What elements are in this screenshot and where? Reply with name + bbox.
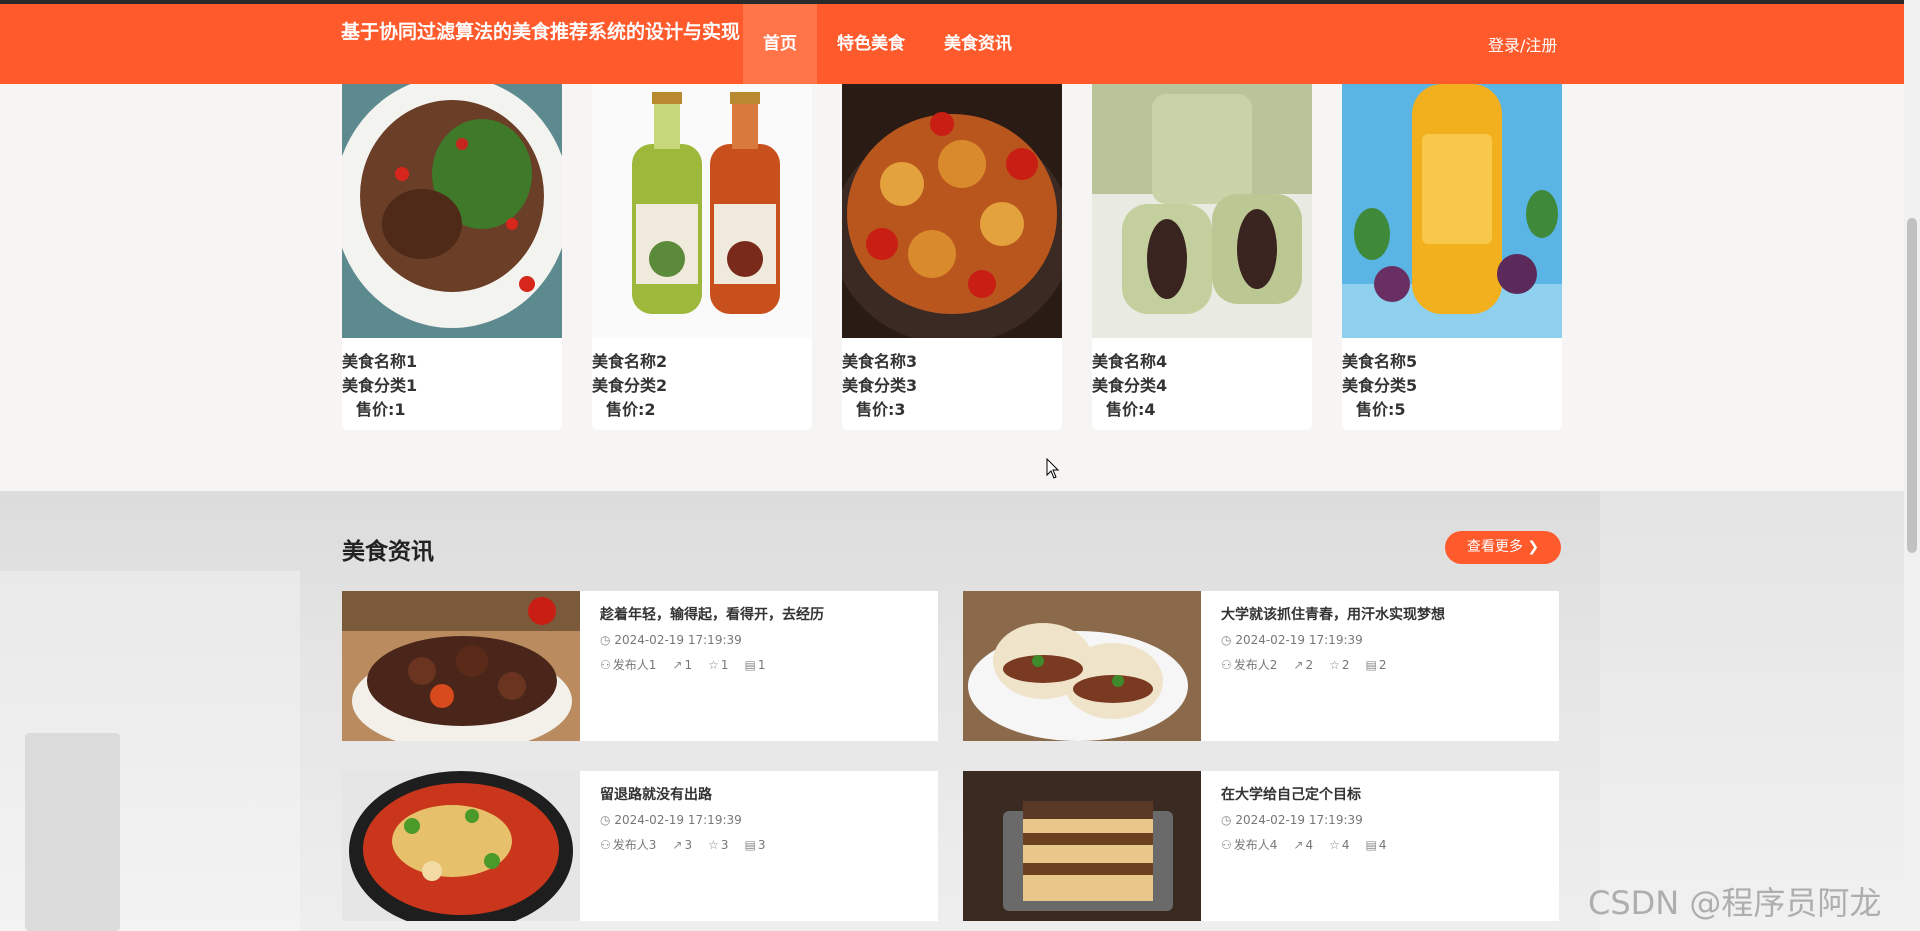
food-name: 美食名称3: [842, 352, 918, 371]
food-image: [592, 84, 812, 338]
news-comments: ▤ 3: [744, 838, 766, 852]
news-image: [342, 771, 580, 921]
news-card[interactable]: 在大学给自己定个目标 ◷ 2024-02-19 17:19:39 ⚇ 发布人4 ↗…: [963, 771, 1559, 921]
news-comments: ▤ 2: [1365, 658, 1387, 672]
thumbs-up-icon: ↗: [672, 658, 683, 672]
food-name: 美食名称1: [342, 352, 418, 371]
food-name: 美食名称2: [592, 352, 668, 371]
news-author: ⚇ 发布人3: [600, 838, 657, 852]
star-icon: ☆: [1329, 838, 1340, 852]
news-card[interactable]: 留退路就没有出路 ◷ 2024-02-19 17:19:39 ⚇ 发布人3 ↗ 3 …: [342, 771, 938, 921]
scrollbar-thumb[interactable]: [1907, 218, 1917, 553]
news-likes: ↗ 3: [672, 838, 693, 852]
food-card[interactable]: 美食名称1 美食分类1 售价:1: [342, 84, 562, 430]
thumbs-up-icon: ↗: [1293, 658, 1304, 672]
food-category: 美食分类2: [592, 376, 668, 395]
news-title[interactable]: 留退路就没有出路: [600, 785, 926, 805]
top-navbar: 基于协同过滤算法的美食推荐系统的设计与实现 首页 特色美食 美食资讯 登录/注册: [0, 4, 1904, 84]
thumbs-up-icon: ↗: [1293, 838, 1304, 852]
news-favorites: ☆ 4: [1329, 838, 1350, 852]
news-date: ◷ 2024-02-19 17:19:39: [1221, 633, 1363, 647]
news-author: ⚇ 发布人4: [1221, 838, 1278, 852]
news-author: ⚇ 发布人2: [1221, 658, 1278, 672]
star-icon: ☆: [708, 838, 719, 852]
news-image: [963, 771, 1201, 921]
food-price: 售价:3: [856, 400, 906, 419]
news-title[interactable]: 大学就该抓住青春，用汗水实现梦想: [1221, 605, 1547, 625]
news-title[interactable]: 在大学给自己定个目标: [1221, 785, 1547, 805]
user-icon: ⚇: [1221, 658, 1232, 672]
news-comments: ▤ 1: [744, 658, 766, 672]
food-category: 美食分类1: [342, 376, 418, 395]
food-card[interactable]: 美食名称2 美食分类2 售价:2: [592, 84, 812, 430]
clock-icon: ◷: [600, 813, 611, 827]
user-icon: ⚇: [600, 838, 611, 852]
food-price: 售价:4: [1106, 400, 1156, 419]
food-card[interactable]: 美食名称5 美食分类5 售价:5: [1342, 84, 1562, 430]
view-more-label: 查看更多: [1466, 539, 1523, 555]
comment-icon: ▤: [744, 838, 756, 852]
comment-icon: ▤: [1365, 658, 1377, 672]
news-image: [963, 591, 1201, 741]
view-more-button[interactable]: 查看更多 ❯: [1445, 531, 1561, 564]
user-icon: ⚇: [600, 658, 611, 672]
news-favorites: ☆ 3: [708, 838, 729, 852]
news-favorites: ☆ 2: [1329, 658, 1350, 672]
food-price: 售价:2: [606, 400, 656, 419]
food-category: 美食分类3: [842, 376, 918, 395]
thumbs-up-icon: ↗: [672, 838, 683, 852]
news-likes: ↗ 2: [1293, 658, 1314, 672]
clock-icon: ◷: [1221, 633, 1232, 647]
comment-icon: ▤: [1365, 838, 1377, 852]
nav-food-news[interactable]: 美食资讯: [924, 4, 1032, 84]
site-title: 基于协同过滤算法的美食推荐系统的设计与实现: [340, 21, 740, 43]
food-card[interactable]: 美食名称4 美食分类4 售价:4: [1092, 84, 1312, 430]
news-date: ◷ 2024-02-19 17:19:39: [600, 813, 742, 827]
nav-home[interactable]: 首页: [743, 4, 817, 84]
food-category: 美食分类4: [1092, 376, 1168, 395]
food-image: [1092, 84, 1312, 338]
news-favorites: ☆ 1: [708, 658, 729, 672]
clock-icon: ◷: [600, 633, 611, 647]
news-card[interactable]: 趁着年轻，输得起，看得开，去经历 ◷ 2024-02-19 17:19:39 ⚇…: [342, 591, 938, 741]
news-comments: ▤ 4: [1365, 838, 1387, 852]
star-icon: ☆: [1329, 658, 1340, 672]
vertical-scrollbar[interactable]: [1904, 0, 1920, 931]
comment-icon: ▤: [744, 658, 756, 672]
news-title[interactable]: 趁着年轻，输得起，看得开，去经历: [600, 605, 926, 625]
news-section-background: [0, 491, 1904, 931]
food-price: 售价:5: [1356, 400, 1406, 419]
news-section-title: 美食资讯: [342, 539, 434, 565]
food-name: 美食名称4: [1092, 352, 1168, 371]
news-likes: ↗ 4: [1293, 838, 1314, 852]
food-image: [1342, 84, 1562, 338]
food-card[interactable]: 美食名称3 美食分类3 售价:3: [842, 84, 1062, 430]
mouse-cursor-icon: [1046, 458, 1060, 479]
food-image: [842, 84, 1062, 338]
watermark: CSDN @程序员阿龙: [1588, 884, 1882, 922]
food-category: 美食分类5: [1342, 376, 1418, 395]
star-icon: ☆: [708, 658, 719, 672]
food-price: 售价:1: [356, 400, 406, 419]
login-register-link[interactable]: 登录/注册: [1488, 32, 1557, 56]
nav-featured-food[interactable]: 特色美食: [817, 4, 925, 84]
clock-icon: ◷: [1221, 813, 1232, 827]
news-date: ◷ 2024-02-19 17:19:39: [600, 633, 742, 647]
chevron-right-icon: ❯: [1527, 539, 1540, 555]
food-name: 美食名称5: [1342, 352, 1418, 371]
news-card[interactable]: 大学就该抓住青春，用汗水实现梦想 ◷ 2024-02-19 17:19:39 ⚇…: [963, 591, 1559, 741]
news-author: ⚇ 发布人1: [600, 658, 657, 672]
food-image: [342, 84, 562, 338]
news-likes: ↗ 1: [672, 658, 693, 672]
news-date: ◷ 2024-02-19 17:19:39: [1221, 813, 1363, 827]
user-icon: ⚇: [1221, 838, 1232, 852]
news-image: [342, 591, 580, 741]
